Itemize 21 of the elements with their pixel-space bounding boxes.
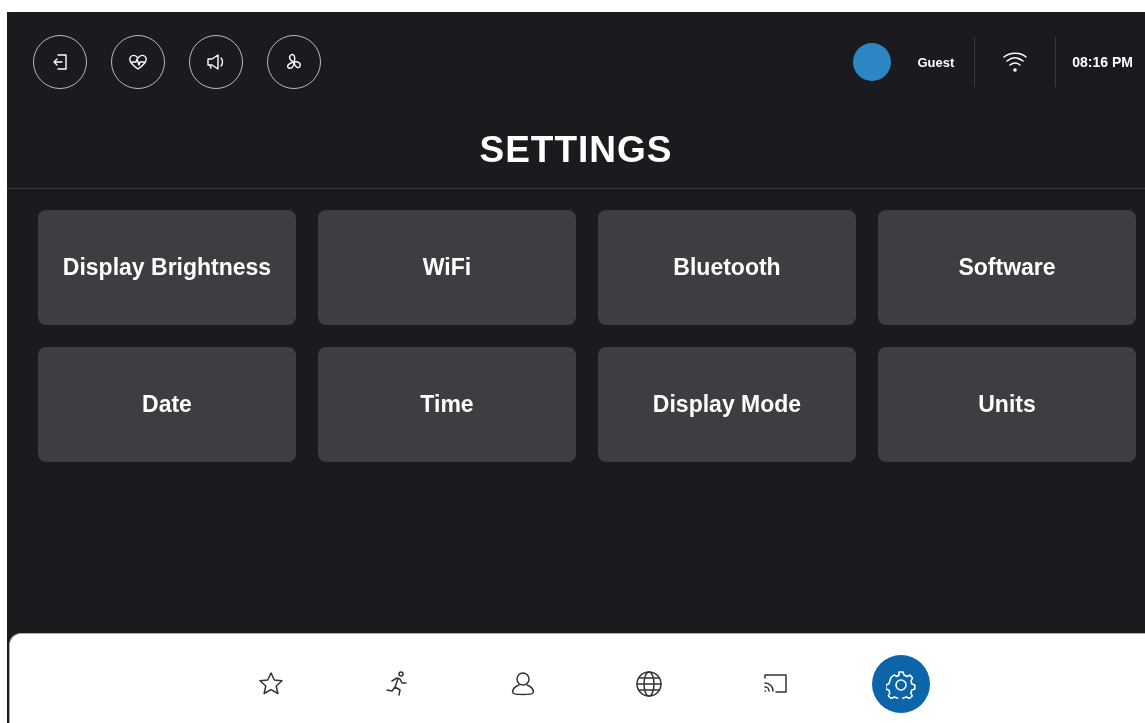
settings-tile[interactable]: WiFi [318, 210, 576, 325]
globe-icon [634, 669, 663, 698]
settings-tile[interactable]: Software [878, 210, 1136, 325]
wifi-icon [1003, 51, 1028, 73]
settings-tile[interactable]: Time [318, 347, 576, 462]
settings-tile[interactable]: Bluetooth [598, 210, 856, 325]
gear-icon [885, 668, 916, 699]
speaker-icon [206, 53, 226, 71]
avatar-icon[interactable] [853, 43, 892, 81]
settings-tile[interactable]: Display Mode [598, 347, 856, 462]
settings-tile[interactable]: Display Brightness [38, 210, 296, 325]
user-name: Guest [917, 54, 955, 70]
person-icon [509, 669, 536, 698]
settings-tile[interactable]: Units [878, 347, 1136, 462]
heart-pulse-icon [128, 53, 148, 71]
clock-time: 08:16 PM [1072, 54, 1133, 70]
star-icon [257, 670, 284, 697]
fan-icon [285, 53, 303, 71]
exit-icon [51, 53, 69, 71]
settings-tile[interactable]: Date [38, 347, 296, 462]
page-title: SETTINGS [479, 128, 673, 172]
